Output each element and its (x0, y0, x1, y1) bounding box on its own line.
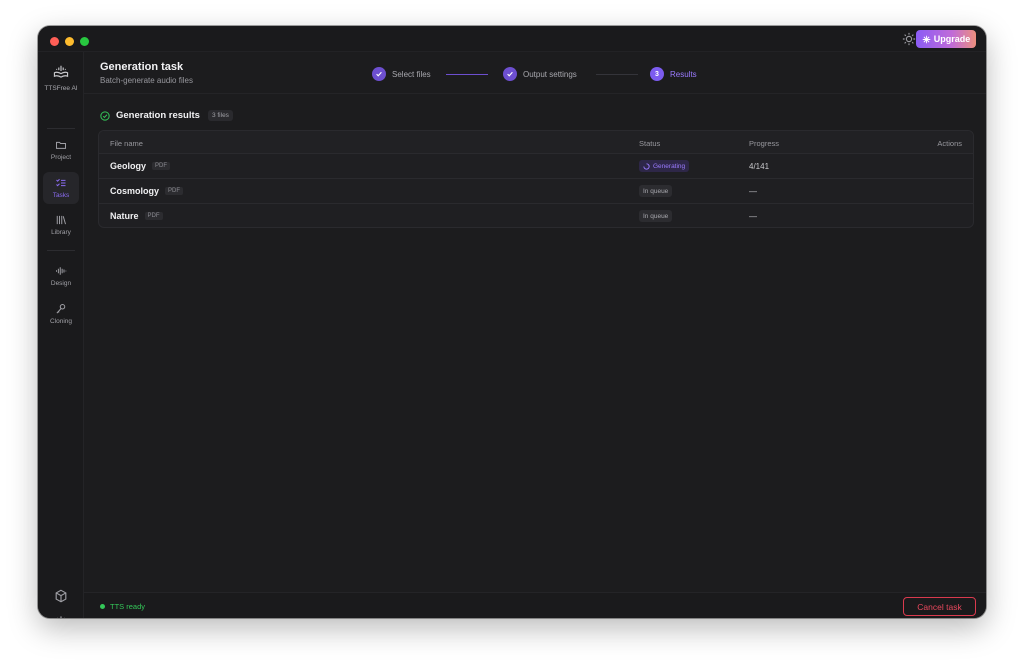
results-title: Generation results (116, 110, 200, 121)
step-number: 3 (650, 67, 664, 81)
sidebar-item-label: Cloning (49, 318, 73, 325)
progress-value: — (749, 187, 757, 196)
sidebar-item-label: Project (50, 154, 72, 161)
file-name-cell: Cosmology PDF (110, 186, 184, 196)
results-header: Generation results 3 files (100, 110, 233, 121)
status-badge: Generating (639, 160, 690, 172)
results-table: File name Status Progress Actions Geolog… (98, 130, 974, 228)
sidebar-item-design[interactable]: Design (43, 260, 79, 292)
file-type-badge: PDF (165, 187, 184, 195)
sidebar-item-project[interactable]: Project (43, 134, 79, 166)
file-count-badge: 3 files (207, 110, 233, 121)
table-row[interactable]: Geology PDF Generating 4/141 (99, 154, 973, 179)
progress-value: 4/141 (749, 162, 770, 171)
spinner-icon (643, 162, 650, 170)
tts-status: TTS ready (100, 602, 145, 611)
logo-icon (53, 65, 69, 78)
minimize-window-button[interactable] (65, 37, 74, 46)
check-circle-icon (100, 110, 110, 121)
upgrade-label: Upgrade (933, 34, 971, 44)
sun-icon[interactable] (902, 32, 916, 46)
step-label: Select files (392, 69, 431, 79)
title-bar: Upgrade (38, 26, 986, 52)
status-label: Generating (653, 162, 686, 170)
table-header: File name Status Progress Actions (99, 131, 973, 154)
column-header-status: Status (639, 139, 661, 148)
cube-icon[interactable] (54, 589, 68, 603)
sidebar-item-label: Design (50, 280, 72, 287)
file-name: Nature (110, 211, 139, 221)
sidebar-item-label: Library (51, 229, 71, 236)
page-subtitle: Batch-generate audio files (100, 76, 193, 85)
file-name-cell: Nature PDF (110, 211, 163, 221)
sidebar-item-cloning[interactable]: Cloning (43, 298, 79, 330)
gear-icon[interactable] (54, 615, 68, 618)
step-connector (446, 74, 488, 75)
step-done-indicator (372, 67, 386, 81)
status-badge: In queue (639, 210, 673, 222)
app-logo[interactable]: TTSFree AI (38, 64, 84, 92)
file-name: Geology (110, 161, 147, 171)
check-icon (507, 71, 513, 77)
sidebar-item-label: Tasks (52, 192, 70, 199)
maximize-window-button[interactable] (80, 37, 89, 46)
step-label: Output settings (523, 69, 577, 79)
check-icon (376, 71, 382, 77)
cancel-task-button[interactable]: Cancel task (903, 597, 976, 616)
app-window: Upgrade TTSFree AI Project Tasks Library (38, 26, 986, 618)
sidebar-divider (47, 250, 75, 251)
close-window-button[interactable] (50, 37, 59, 46)
tts-status-label: TTS ready (110, 602, 146, 611)
step-select-files[interactable]: Select files (372, 67, 431, 81)
page-header: Generation task Batch-generate audio fil… (84, 52, 986, 94)
status-bar: TTS ready Cancel task (84, 592, 986, 618)
app-name: TTSFree AI (44, 85, 78, 92)
step-results[interactable]: 3 Results (650, 67, 697, 81)
sidebar-divider (47, 128, 75, 129)
step-output-settings[interactable]: Output settings (503, 67, 577, 81)
status-badge: In queue (639, 185, 673, 197)
status-label: In queue (643, 212, 669, 220)
file-type-badge: PDF (144, 212, 163, 220)
waveform-icon (56, 267, 67, 275)
progress-value: — (749, 212, 757, 221)
step-label: Results (670, 69, 697, 79)
column-header-progress: Progress (749, 139, 780, 148)
sidebar-item-tasks[interactable]: Tasks (43, 172, 79, 204)
step-done-indicator (503, 67, 517, 81)
sparkle-icon (922, 35, 930, 43)
column-header-actions: Actions (937, 139, 962, 148)
step-connector (596, 74, 638, 75)
library-icon (56, 215, 66, 225)
folder-icon (56, 141, 66, 149)
file-name-cell: Geology PDF (110, 161, 171, 171)
column-header-file-name: File name (110, 139, 143, 148)
file-name: Cosmology (110, 186, 160, 196)
file-type-badge: PDF (152, 162, 171, 170)
sidebar: TTSFree AI Project Tasks Library Design … (38, 52, 84, 618)
page-title: Generation task (100, 61, 184, 73)
table-row[interactable]: Cosmology PDF In queue — (99, 179, 973, 204)
tasks-icon (56, 178, 66, 187)
upgrade-button[interactable]: Upgrade (916, 30, 976, 48)
main-content: Generation results 3 files File name Sta… (84, 94, 986, 592)
table-row[interactable]: Nature PDF In queue — (99, 204, 973, 227)
status-label: In queue (643, 187, 669, 195)
status-dot (100, 604, 105, 609)
microphone-icon (56, 304, 66, 314)
sidebar-item-library[interactable]: Library (43, 209, 79, 241)
